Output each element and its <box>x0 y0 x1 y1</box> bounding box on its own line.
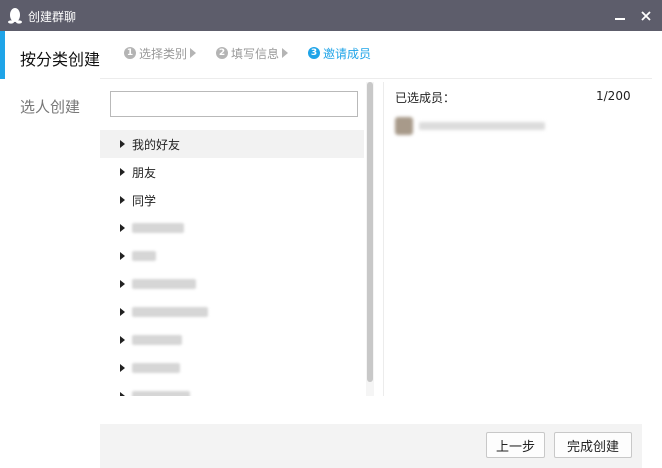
step-indicator: 1 选择类别 2 填写信息 3 邀请成员 <box>124 45 391 61</box>
step-arrow-icon <box>190 48 197 58</box>
previous-step-button[interactable]: 上一步 <box>486 432 545 458</box>
blurred-group-label <box>132 307 208 317</box>
group-item[interactable] <box>100 270 364 298</box>
step-label: 邀请成员 <box>323 46 372 61</box>
group-item[interactable] <box>100 326 364 354</box>
blurred-member-name <box>419 122 545 130</box>
header-divider <box>100 78 652 79</box>
group-item[interactable] <box>100 242 364 270</box>
title-bar: 创建群聊 <box>0 0 662 31</box>
expand-triangle-icon <box>120 168 125 176</box>
expand-triangle-icon <box>120 308 125 316</box>
blurred-group-label <box>132 223 184 233</box>
tab-create-by-selecting-people[interactable]: 选人创建 <box>20 96 80 117</box>
group-item-my-friends[interactable]: 我的好友 <box>100 130 364 158</box>
blurred-group-label <box>132 335 182 345</box>
finish-create-button[interactable]: 完成创建 <box>554 432 632 458</box>
step-label: 选择类别 <box>139 46 188 61</box>
blurred-group-label <box>132 391 190 396</box>
selected-members-label: 已选成员： <box>395 91 456 105</box>
blurred-group-label <box>132 363 180 373</box>
step-number: 3 <box>308 47 321 59</box>
window-title: 创建群聊 <box>28 10 77 24</box>
selected-member-item[interactable] <box>395 116 555 136</box>
blurred-group-label <box>132 251 156 261</box>
expand-triangle-icon <box>120 252 125 260</box>
group-item[interactable] <box>100 298 364 326</box>
expand-triangle-icon <box>120 364 125 372</box>
step-select-category: 1 选择类别 <box>124 45 197 62</box>
blurred-group-label <box>132 279 196 289</box>
step-label: 填写信息 <box>231 46 280 61</box>
close-button[interactable] <box>634 0 658 31</box>
expand-triangle-icon <box>120 196 125 204</box>
step-number: 1 <box>124 47 136 59</box>
minimize-icon <box>615 17 625 20</box>
step-arrow-icon <box>282 48 289 58</box>
expand-triangle-icon <box>120 140 125 148</box>
minimize-button[interactable] <box>608 0 632 31</box>
contact-group-list: 我的好友 朋友 同学 <box>100 130 364 396</box>
scrollbar-thumb[interactable] <box>367 82 373 382</box>
step-invite-members: 3 邀请成员 <box>308 45 371 62</box>
selected-members-count: 1/200 <box>596 89 631 103</box>
panel-divider <box>383 82 384 396</box>
group-label: 同学 <box>132 193 157 208</box>
expand-triangle-icon <box>120 224 125 232</box>
expand-triangle-icon <box>120 280 125 288</box>
step-number: 2 <box>216 47 229 59</box>
group-item[interactable] <box>100 214 364 242</box>
tab-create-by-category[interactable]: 按分类创建 <box>20 46 100 70</box>
active-tab-indicator <box>0 31 5 79</box>
group-item-classmates[interactable]: 同学 <box>100 186 364 214</box>
expand-triangle-icon <box>120 336 125 344</box>
step-fill-info: 2 填写信息 <box>216 45 289 62</box>
group-label: 我的好友 <box>132 137 181 152</box>
group-item[interactable] <box>100 354 364 382</box>
expand-triangle-icon <box>120 392 125 396</box>
group-item-friends[interactable]: 朋友 <box>100 158 364 186</box>
qq-penguin-icon <box>8 8 22 24</box>
avatar <box>395 117 413 135</box>
group-item[interactable] <box>100 382 364 396</box>
group-label: 朋友 <box>132 165 157 180</box>
search-input[interactable] <box>110 91 358 117</box>
close-icon <box>641 10 651 21</box>
